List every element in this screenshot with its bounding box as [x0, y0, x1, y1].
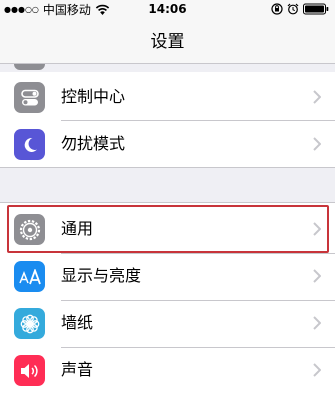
battery-icon — [303, 3, 329, 15]
nav-bar: 设置 — [0, 20, 335, 64]
settings-row-label: 显示与亮度 — [61, 266, 142, 285]
moon-icon — [14, 129, 45, 160]
settings-row-display-brightness[interactable]: 显示与亮度 — [0, 253, 335, 299]
status-right — [271, 3, 329, 15]
status-bar: ●●●○○ 中国移动 14:06 — [0, 0, 335, 20]
speaker-icon — [14, 355, 45, 386]
settings-group-1: 控制中心 勿扰模式 — [0, 72, 335, 168]
settings-row-label: 控制中心 — [61, 87, 126, 106]
settings-row-label: 声音 — [61, 360, 94, 379]
settings-row-label: 墙纸 — [61, 313, 94, 332]
settings-row-control-center[interactable]: 控制中心 — [0, 74, 335, 120]
flower-icon — [14, 308, 45, 339]
settings-row-label: 通用 — [61, 219, 94, 238]
toggles-icon — [14, 82, 45, 113]
orientation-lock-icon — [271, 3, 283, 15]
settings-row-wallpaper[interactable]: 墙纸 — [0, 300, 335, 346]
chevron-right-icon — [313, 269, 321, 283]
chevron-right-icon — [313, 222, 321, 236]
partial-row-icon — [14, 64, 45, 70]
chevron-right-icon — [313, 316, 321, 330]
settings-group-2: 通用 显示与亮度 墙纸 声音 — [0, 202, 335, 400]
settings-row-label: 勿扰模式 — [61, 134, 126, 153]
settings-row-general[interactable]: 通用 — [0, 206, 335, 252]
alarm-icon — [287, 3, 299, 15]
chevron-right-icon — [313, 137, 321, 151]
page-title: 设置 — [150, 32, 185, 52]
settings-row-sounds[interactable]: 声音 — [0, 347, 335, 393]
chevron-right-icon — [313, 363, 321, 377]
settings-row-do-not-disturb[interactable]: 勿扰模式 — [0, 121, 335, 167]
chevron-right-icon — [313, 90, 321, 104]
text-size-icon — [14, 261, 45, 292]
gear-icon — [14, 214, 45, 245]
